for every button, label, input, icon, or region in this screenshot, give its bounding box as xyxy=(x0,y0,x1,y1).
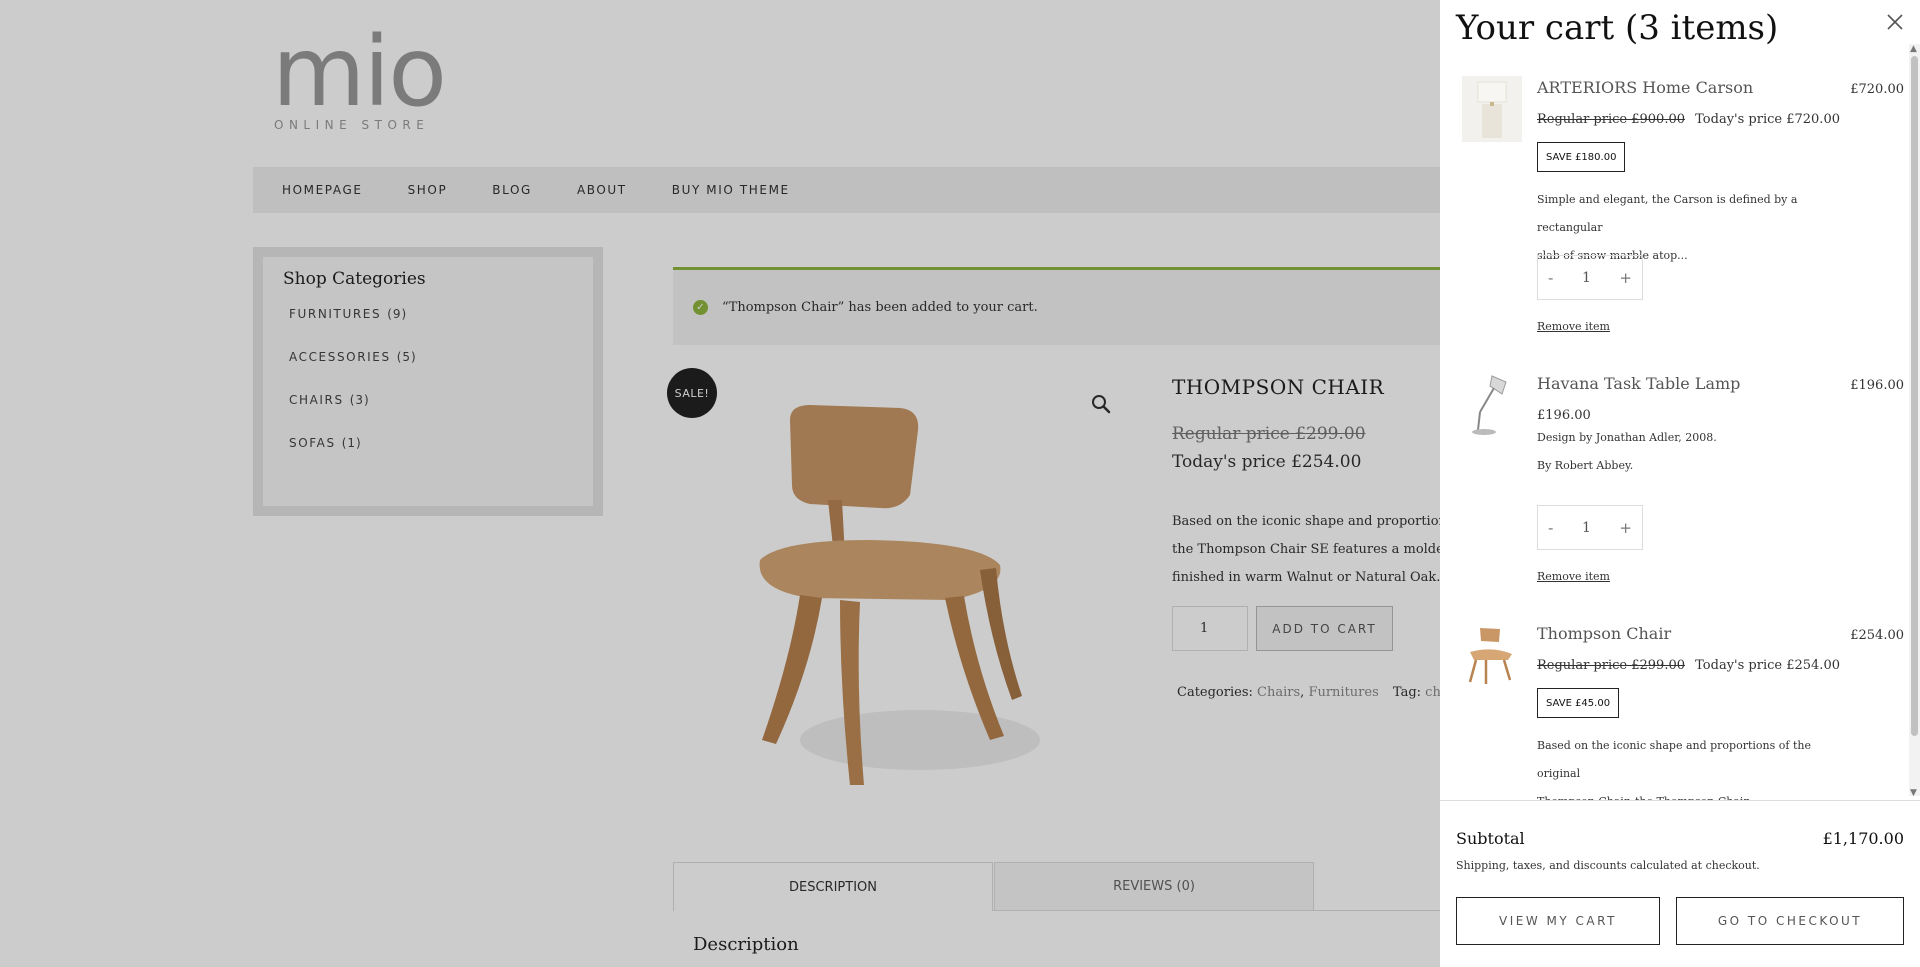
minus-icon[interactable]: - xyxy=(1548,519,1553,537)
description-line: Thompson Chair, the Thompson Chair... xyxy=(1537,788,1857,800)
description-line: Simple and elegant, the Carson is define… xyxy=(1537,193,1798,234)
subtotal-value: £1,170.00 xyxy=(1822,829,1904,848)
remove-item-link[interactable]: Remove item xyxy=(1537,320,1610,333)
cart-item: Thompson Chair £254.00 Regular price £29… xyxy=(1440,606,1910,800)
checkout-note: Shipping, taxes, and discounts calculate… xyxy=(1456,859,1760,872)
subtotal-label: Subtotal xyxy=(1456,829,1525,848)
save-badge: SAVE £180.00 xyxy=(1537,142,1626,172)
plus-icon[interactable]: + xyxy=(1619,269,1632,287)
scroll-up-arrow-icon[interactable]: ▲ xyxy=(1910,44,1917,54)
cart-item-price: Regular price £299.00 Today's price £254… xyxy=(1537,658,1840,673)
cart-drawer: Your cart (3 items) ▲ ▼ ARTERIORS Home C… xyxy=(1440,0,1920,967)
quantity-value[interactable]: 1 xyxy=(1582,520,1591,536)
cart-footer: Subtotal £1,170.00 Shipping, taxes, and … xyxy=(1440,800,1920,967)
cart-items-list: ARTERIORS Home Carson £720.00 Regular pr… xyxy=(1440,60,1910,800)
cart-item-name[interactable]: ARTERIORS Home Carson xyxy=(1537,78,1753,97)
quantity-stepper: - 1 + xyxy=(1537,505,1643,550)
cart-item-regular-price: Regular price £299.00 xyxy=(1537,658,1685,673)
view-cart-button[interactable]: VIEW MY CART xyxy=(1456,897,1660,945)
cart-item-name[interactable]: Havana Task Table Lamp xyxy=(1537,374,1740,393)
cart-item-description: Design by Jonathan Adler, 2008. By Rober… xyxy=(1537,424,1857,480)
scroll-down-arrow-icon[interactable]: ▼ xyxy=(1910,788,1917,798)
cart-title: Your cart (3 items) xyxy=(1456,8,1779,48)
description-line: Based on the iconic shape and proportion… xyxy=(1537,739,1811,780)
cart-item: Havana Task Table Lamp £196.00 £196.00 D… xyxy=(1440,356,1910,606)
quantity-stepper: - 1 + xyxy=(1537,255,1643,300)
cart-scrollbar[interactable]: ▲ ▼ xyxy=(1909,44,1920,798)
checkout-button[interactable]: GO TO CHECKOUT xyxy=(1676,897,1904,945)
cart-item-total: £196.00 xyxy=(1850,378,1904,393)
product-thumbnail-thompson-chair[interactable] xyxy=(1462,622,1522,688)
cart-item-name[interactable]: Thompson Chair xyxy=(1537,624,1671,643)
product-thumbnail-task-lamp[interactable] xyxy=(1462,372,1522,438)
cart-item: ARTERIORS Home Carson £720.00 Regular pr… xyxy=(1440,60,1910,350)
cart-item-price: £196.00 xyxy=(1537,408,1591,423)
cart-item-total: £254.00 xyxy=(1850,628,1904,643)
save-badge: SAVE £45.00 xyxy=(1537,688,1620,718)
cart-item-today-price: Today's price £720.00 xyxy=(1695,112,1840,127)
product-thumbnail-carson-lamp[interactable] xyxy=(1462,76,1522,142)
close-icon[interactable] xyxy=(1885,12,1905,32)
description-line: Design by Jonathan Adler, 2008. xyxy=(1537,431,1717,444)
minus-icon[interactable]: - xyxy=(1548,269,1553,287)
cart-item-description: Based on the iconic shape and proportion… xyxy=(1537,732,1857,800)
description-line: By Robert Abbey. xyxy=(1537,459,1634,472)
cart-item-regular-price: Regular price £900.00 xyxy=(1537,112,1685,127)
scrollbar-thumb[interactable] xyxy=(1911,56,1918,736)
cart-item-total: £720.00 xyxy=(1850,82,1904,97)
cart-item-price: Regular price £900.00 Today's price £720… xyxy=(1537,112,1840,127)
remove-item-link[interactable]: Remove item xyxy=(1537,570,1610,583)
quantity-value[interactable]: 1 xyxy=(1582,270,1591,286)
plus-icon[interactable]: + xyxy=(1619,519,1632,537)
cart-item-today-price: Today's price £254.00 xyxy=(1695,658,1840,673)
